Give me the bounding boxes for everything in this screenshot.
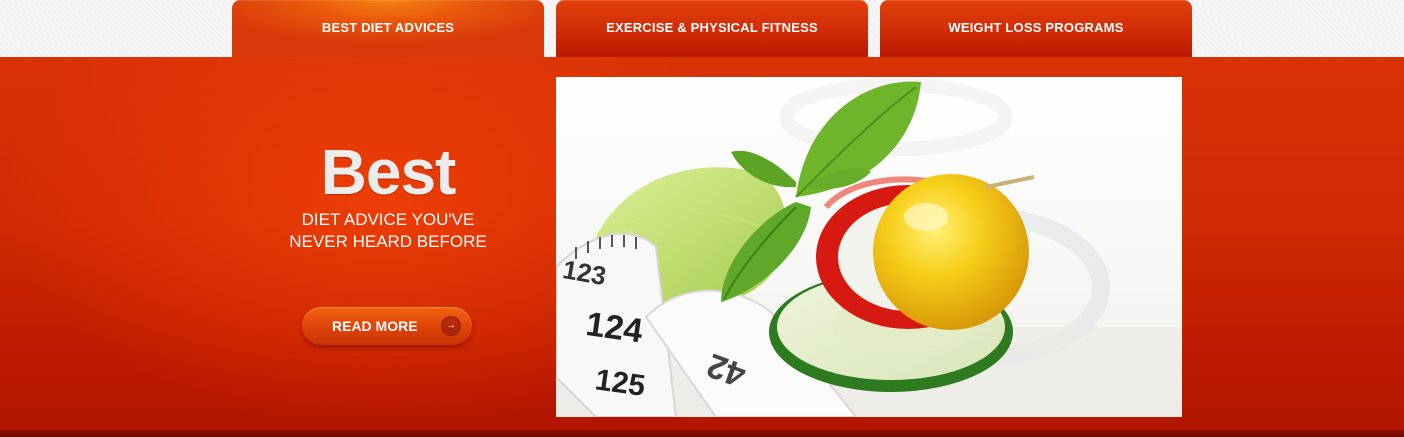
tape-number: 125 (593, 363, 647, 403)
tab-weight-loss-programs[interactable]: WEIGHT LOSS PROGRAMS (880, 0, 1192, 57)
arrow-right-icon[interactable]: → (441, 316, 461, 336)
tab-best-diet-advices[interactable]: BEST DIET ADVICES (232, 0, 544, 57)
tab-exercise-physical-fitness[interactable]: EXERCISE & PHYSICAL FITNESS (556, 0, 868, 57)
tab-label: BEST DIET ADVICES (321, 19, 455, 35)
top-navigation-tabs: BEST DIET ADVICES EXERCISE & PHYSICAL FI… (0, 0, 1404, 57)
hero-subtitle-line-1: DIET ADVICE YOU'VE (301, 210, 475, 229)
tape-number: 124 (584, 305, 646, 351)
hero-photo-diet-food: 123 124 125 42 (556, 77, 1182, 417)
tab-label: WEIGHT LOSS PROGRAMS (948, 19, 1124, 35)
diet-food-illustration: 123 124 125 42 (556, 78, 1182, 417)
read-more-label: READ MORE (332, 318, 418, 334)
tab-label: EXERCISE & PHYSICAL FITNESS (606, 19, 818, 35)
hero-title: Best (320, 136, 457, 208)
hero-subtitle: DIET ADVICE YOU'VE NEVER HEARD BEFORE (232, 209, 544, 253)
active-tab-connector (232, 57, 544, 61)
hero-subtitle-line-2: NEVER HEARD BEFORE (289, 232, 487, 251)
hero-bottom-border (0, 430, 1404, 437)
